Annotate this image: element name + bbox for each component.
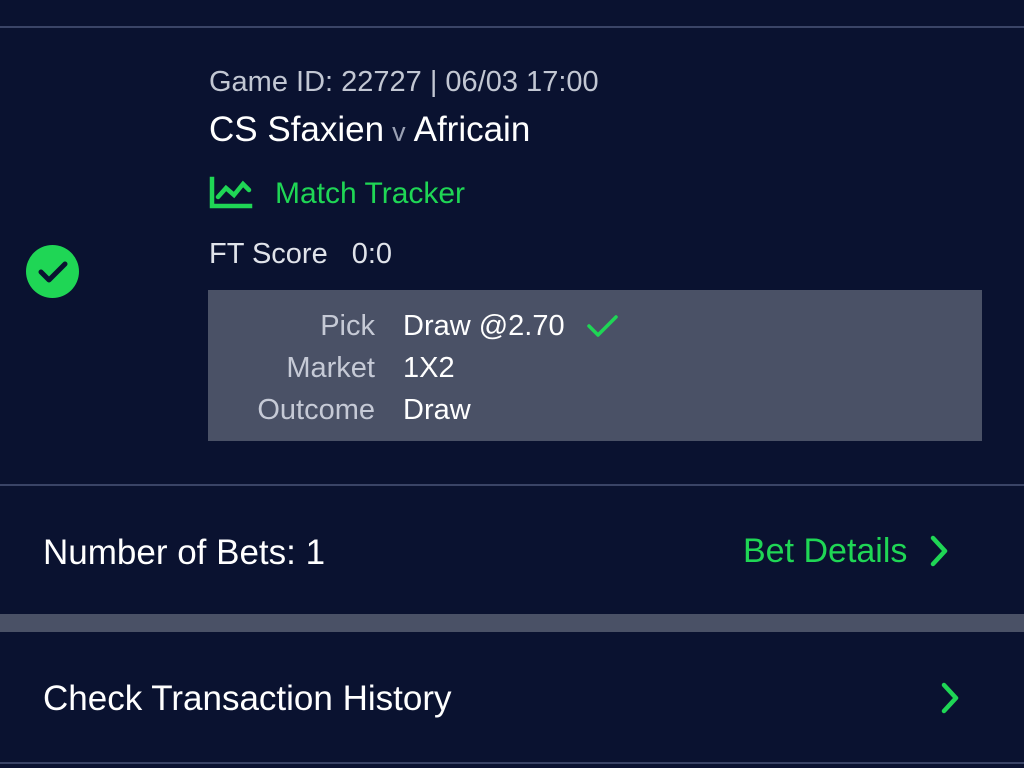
- pick-label: Pick: [320, 309, 375, 342]
- outcome-row: Outcome Draw: [208, 390, 471, 430]
- bets-count: Number of Bets: 1: [43, 533, 326, 572]
- outcome-label: Outcome: [257, 393, 375, 426]
- home-team: CS Sfaxien: [209, 110, 385, 149]
- pick-value: Draw @2.70: [403, 309, 565, 342]
- match-tracker-link[interactable]: Match Tracker: [209, 174, 465, 214]
- bet-details-link[interactable]: Bet Details: [743, 530, 949, 572]
- bet-details-label: Bet Details: [743, 531, 908, 570]
- chart-line-icon: [209, 176, 253, 209]
- check-icon: [586, 315, 618, 337]
- pick-details-panel: Pick Draw @2.70 Market 1X2 Outcome Draw: [208, 290, 982, 441]
- match-title: CS Sfaxien v Africain: [209, 110, 530, 150]
- section-separator: [0, 614, 1024, 632]
- outcome-value: Draw: [403, 393, 471, 426]
- pick-value-wrap: Draw @2.70: [403, 310, 619, 343]
- match-tracker-label: Match Tracker: [275, 177, 466, 210]
- check-circle-icon: [26, 245, 79, 298]
- pick-row: Pick Draw @2.70: [208, 306, 619, 346]
- ft-score: FT Score 0:0: [209, 238, 392, 271]
- market-value: 1X2: [403, 351, 455, 384]
- bet-history-screen: Game ID: 22727 | 06/03 17:00 CS Sfaxien v…: [0, 0, 1024, 768]
- market-row: Market 1X2: [208, 348, 455, 388]
- top-divider: [0, 26, 1024, 28]
- versus-label: v: [392, 117, 406, 147]
- away-team: Africain: [413, 110, 531, 149]
- bottom-divider: [0, 762, 1024, 764]
- game-meta: Game ID: 22727 | 06/03 17:00: [209, 66, 599, 98]
- transaction-history-label: Check Transaction History: [43, 679, 452, 718]
- chevron-right-icon: [941, 682, 959, 714]
- market-label: Market: [286, 351, 375, 384]
- transaction-history-row[interactable]: Check Transaction History: [0, 632, 1024, 762]
- ft-score-value: 0:0: [351, 238, 393, 270]
- ft-score-label: FT Score: [209, 238, 328, 270]
- chevron-right-icon: [931, 535, 948, 567]
